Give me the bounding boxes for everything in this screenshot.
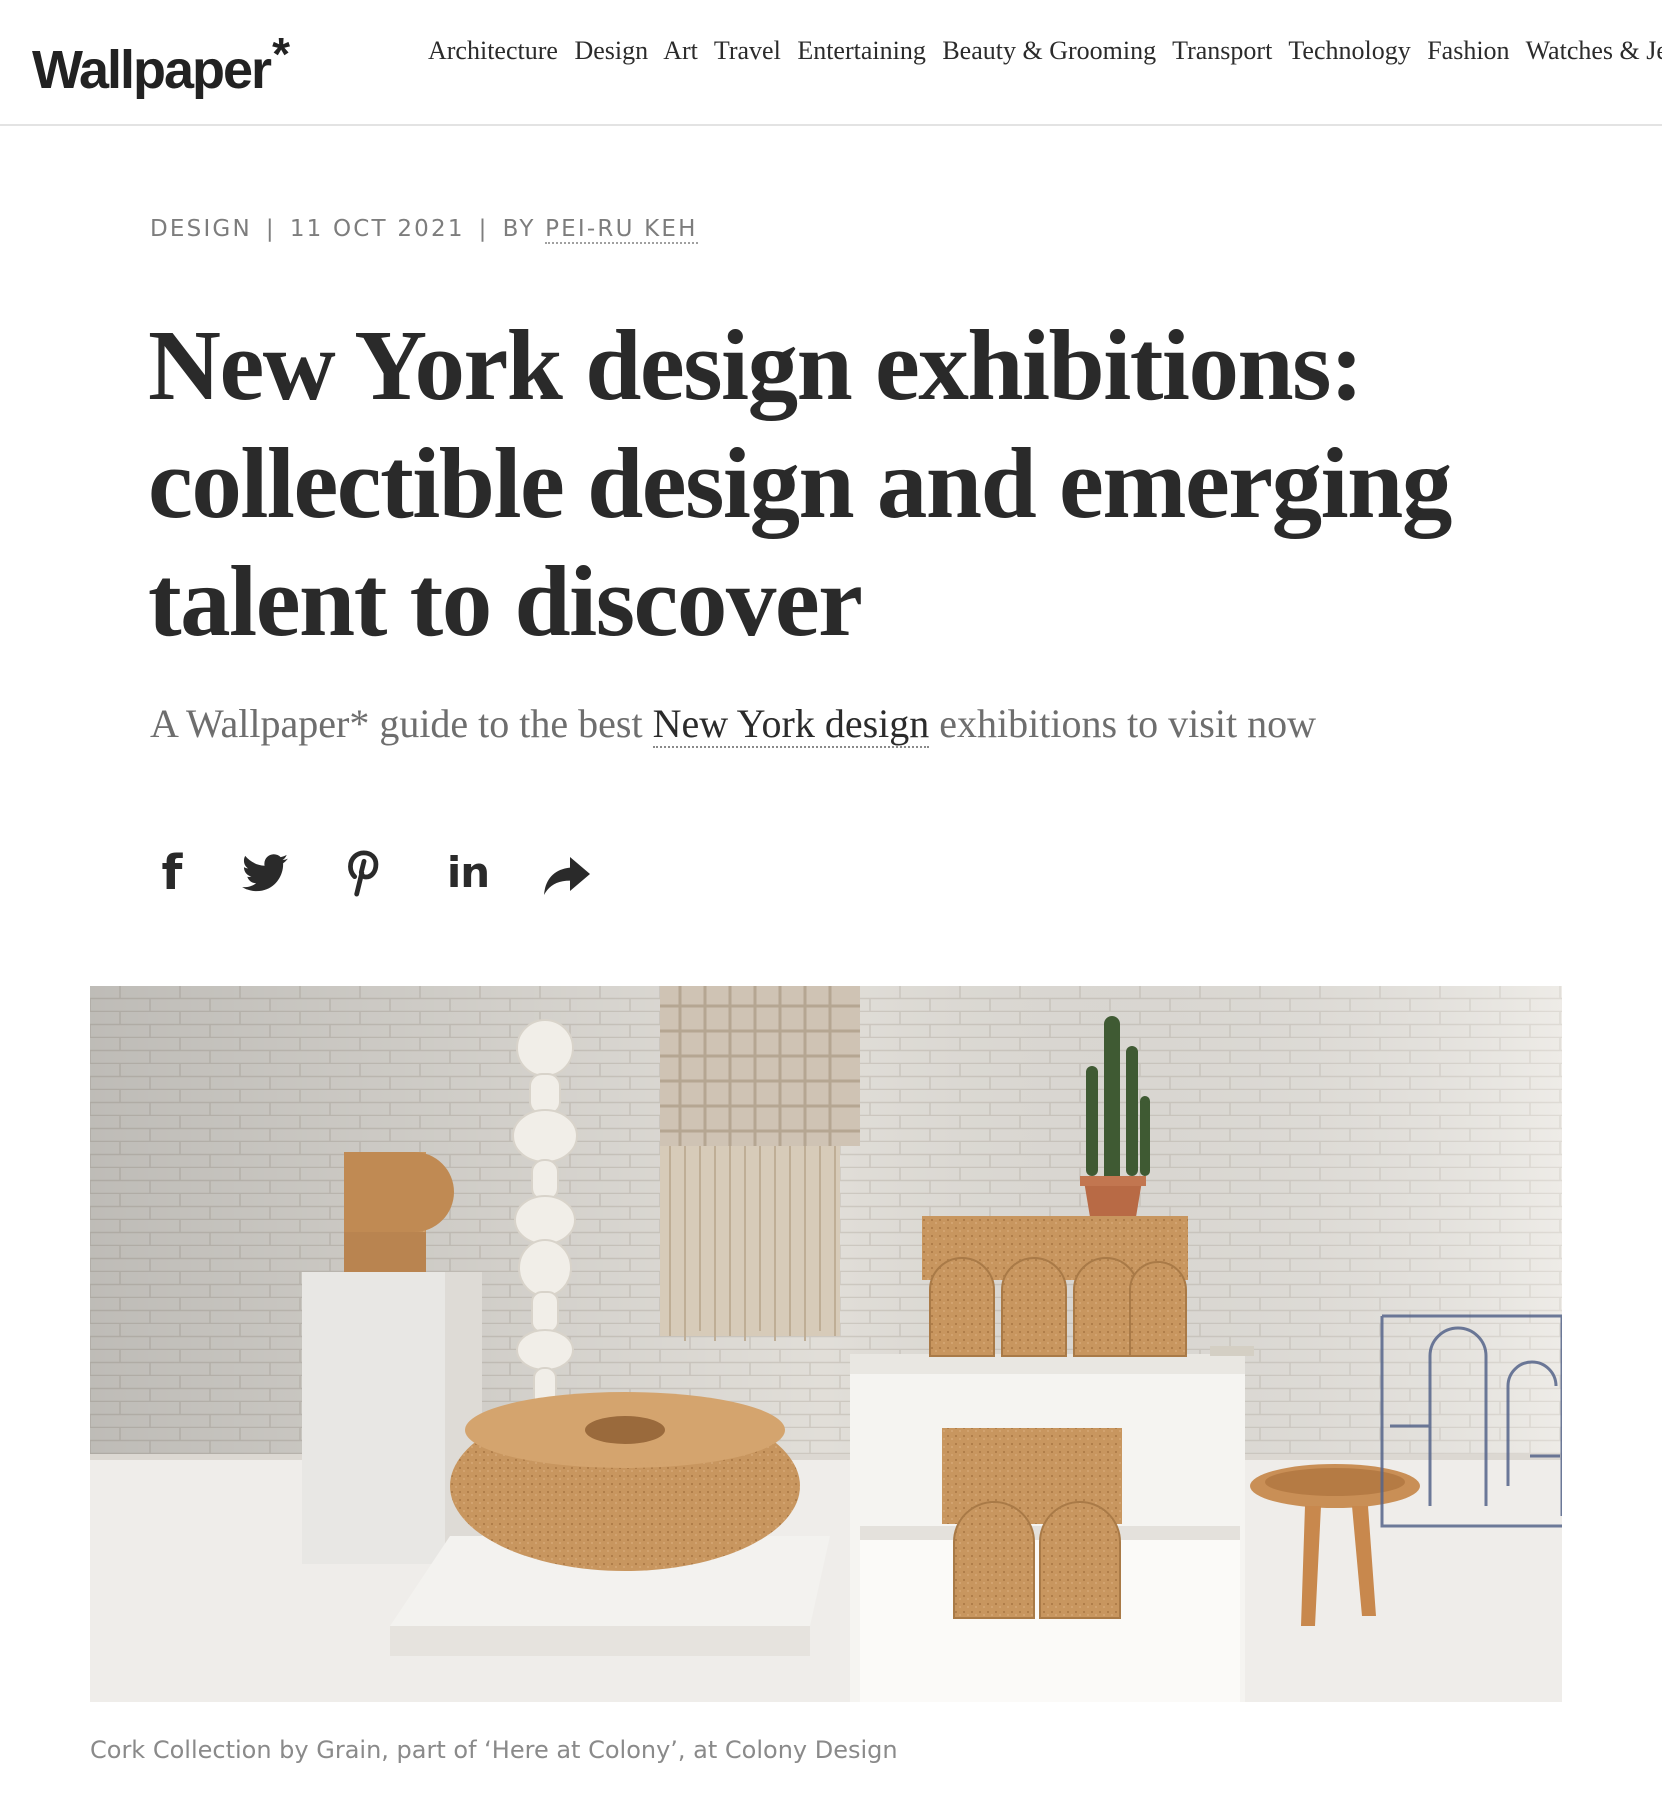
nav-item-travel[interactable]: Travel [714, 36, 781, 65]
nav-item-fashion[interactable]: Fashion [1427, 36, 1509, 65]
site-header: Wallpaper* Architecture Design Art Trave… [0, 0, 1662, 126]
logo-asterisk: * [272, 28, 290, 80]
twitter-share-button[interactable] [240, 845, 296, 901]
nav-item-technology[interactable]: Technology [1288, 36, 1410, 65]
pinterest-share-button[interactable] [340, 845, 396, 901]
pinterest-icon [348, 850, 379, 897]
meta-separator: | [265, 216, 276, 242]
byline-prefix: BY [502, 216, 536, 242]
new-york-design-link[interactable]: New York design [652, 701, 930, 748]
nav-item-design[interactable]: Design [574, 36, 648, 65]
publish-date: 11 OCT 2021 [289, 216, 465, 242]
logo-text: Wallpaper [32, 40, 272, 100]
nav-item-beauty-grooming[interactable]: Beauty & Grooming [942, 36, 1156, 65]
wallpaper-logo[interactable]: Wallpaper* [32, 18, 290, 106]
nav-item-watches-jewellery[interactable]: Watches & Jew [1526, 36, 1662, 65]
main-nav: Architecture Design Art Travel Entertain… [428, 36, 1662, 66]
image-caption: Cork Collection by Grain, part of ‘Here … [90, 1736, 898, 1764]
author-link[interactable]: PEI-RU KEH [545, 216, 698, 244]
linkedin-share-button[interactable]: in [440, 845, 496, 901]
standfirst-text-end: exhibitions to visit now [929, 701, 1316, 746]
facebook-share-button[interactable]: f [144, 845, 200, 901]
nav-item-art[interactable]: Art [663, 36, 698, 65]
linkedin-icon: in [446, 848, 490, 897]
meta-separator: | [478, 216, 489, 242]
more-share-button[interactable] [540, 845, 596, 901]
standfirst-text-start: A Wallpaper* guide to the best [150, 701, 653, 746]
article-meta: DESIGN | 11 OCT 2021 | BY PEI-RU KEH [150, 216, 698, 244]
nav-item-transport[interactable]: Transport [1172, 36, 1272, 65]
hero-image [90, 986, 1562, 1702]
nav-item-entertaining[interactable]: Entertaining [797, 36, 926, 65]
cork-collection-photo [90, 986, 1562, 1702]
article-standfirst: A Wallpaper* guide to the best New York … [150, 700, 1316, 748]
facebook-icon: f [161, 845, 183, 901]
share-arrow-icon [544, 857, 590, 895]
category-link[interactable]: DESIGN [150, 216, 252, 242]
twitter-icon [242, 854, 288, 892]
article-headline: New York design exhibitions: collectible… [148, 309, 1452, 657]
nav-item-architecture[interactable]: Architecture [428, 36, 558, 65]
